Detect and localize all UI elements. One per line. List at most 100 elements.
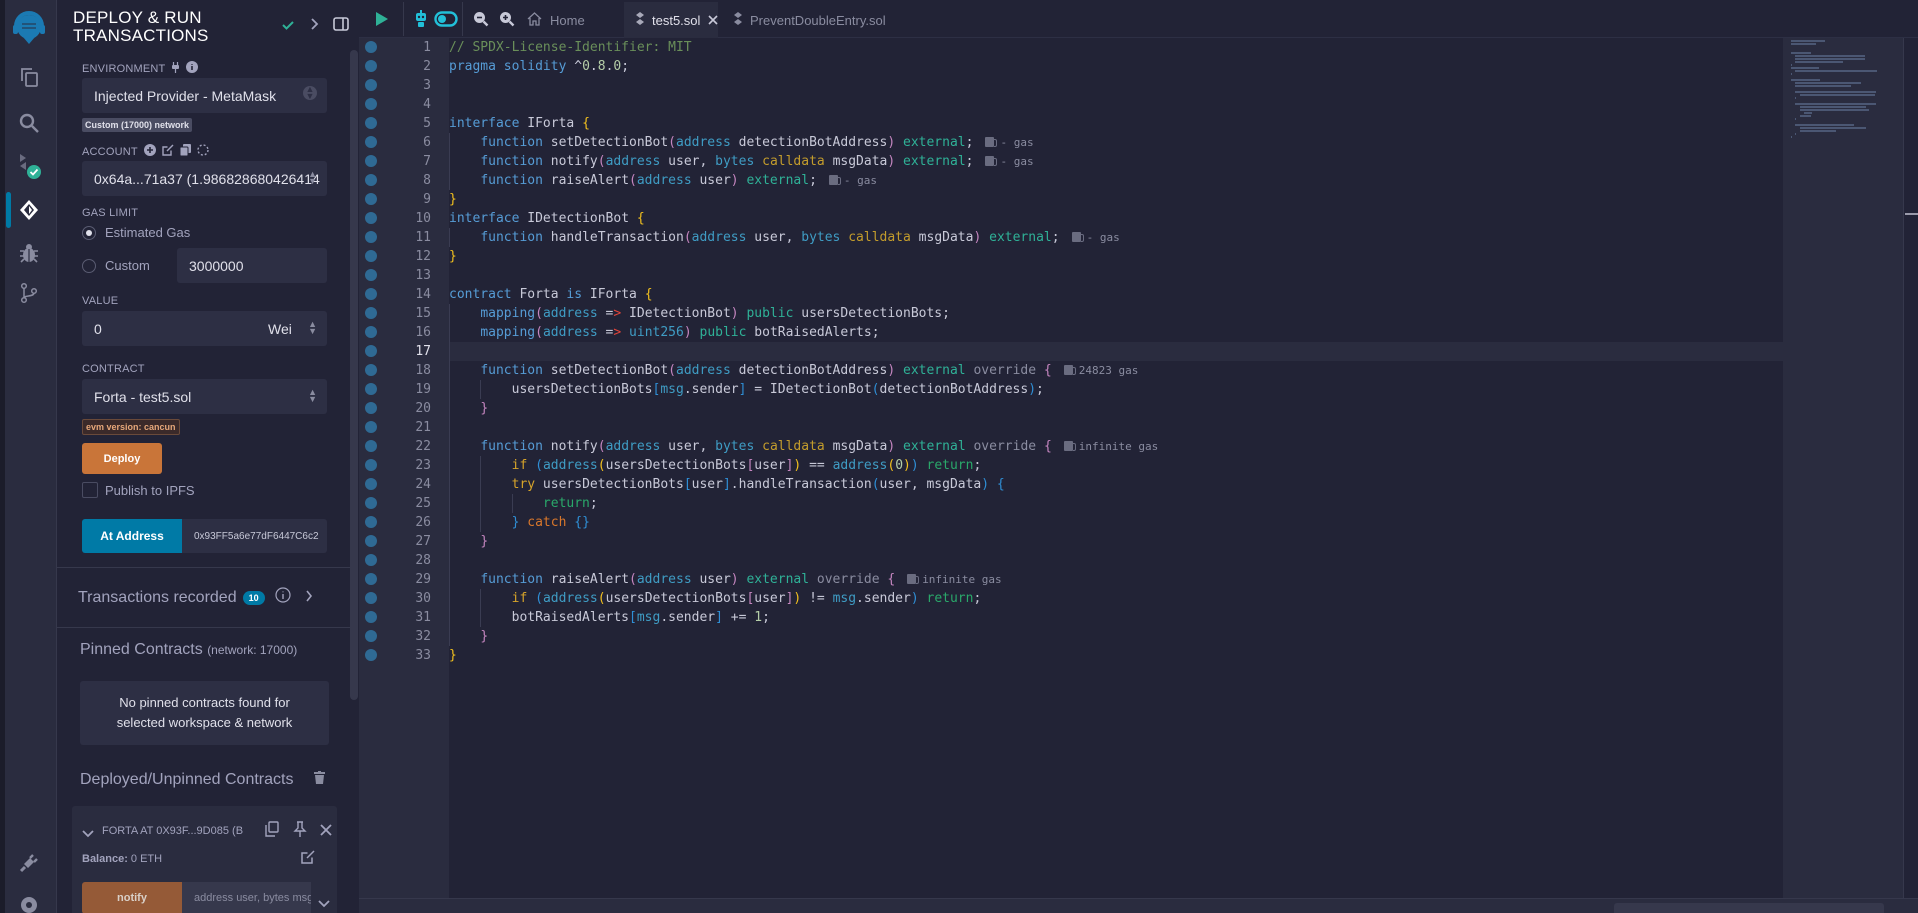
code-line-12[interactable]: } (449, 247, 457, 266)
breakpoint-marker[interactable] (365, 440, 377, 452)
breakpoint-marker[interactable] (365, 60, 377, 72)
breakpoint-marker[interactable] (365, 288, 377, 300)
tab-prevent-double-entry[interactable]: PreventDoubleEntry.sol (722, 2, 898, 38)
plug-icon[interactable] (14, 848, 44, 878)
at-address-button[interactable]: At Address (82, 519, 182, 553)
chevron-right-icon[interactable] (305, 589, 313, 607)
breakpoint-marker[interactable] (365, 402, 377, 414)
publish-ipfs-checkbox[interactable] (82, 482, 98, 498)
breakpoint-marker[interactable] (365, 383, 377, 395)
panel-toggle-icon[interactable] (333, 17, 349, 36)
contract-select[interactable]: Forta - test5.sol ▲ ▼ (82, 379, 327, 414)
breakpoint-marker[interactable] (365, 535, 377, 547)
code-line-33[interactable]: } (449, 646, 457, 665)
code-line-31[interactable]: botRaisedAlerts[msg.sender] += 1; (449, 608, 770, 627)
search-icon[interactable] (14, 108, 44, 138)
deploy-icon[interactable] (14, 195, 44, 225)
code-line-16[interactable]: mapping(address => uint256) public botRa… (449, 323, 879, 342)
copy-icon[interactable] (179, 144, 191, 159)
info-icon[interactable] (186, 61, 199, 76)
breakpoint-marker[interactable] (365, 193, 377, 205)
edit-icon[interactable] (301, 850, 315, 869)
code-line-18[interactable]: function setDetectionBot(address detecti… (449, 361, 1138, 380)
terminal-filter-input[interactable] (1614, 903, 1884, 913)
panel-scrollbar[interactable] (350, 50, 358, 700)
code-line-20[interactable]: } (449, 399, 488, 418)
transactions-recorded[interactable]: Transactions recorded 10 (78, 587, 313, 608)
breakpoint-marker[interactable] (365, 630, 377, 642)
chevron-down-icon[interactable] (318, 895, 330, 913)
files-icon[interactable] (14, 62, 44, 92)
custom-gas-radio[interactable] (82, 259, 96, 273)
trash-icon[interactable] (314, 771, 326, 789)
notify-function-button[interactable]: notify (82, 882, 182, 913)
breakpoint-marker[interactable] (365, 478, 377, 490)
code-line-2[interactable]: pragma solidity ^0.8.0; (449, 57, 629, 76)
zoom-out-icon[interactable] (473, 8, 489, 30)
code-line-9[interactable]: } (449, 190, 457, 209)
code-line-26[interactable]: } catch {} (449, 513, 590, 532)
breakpoint-marker[interactable] (365, 231, 377, 243)
breakpoint-marker[interactable] (365, 592, 377, 604)
breakpoint-marker[interactable] (365, 554, 377, 566)
code-line-19[interactable]: usersDetectionBots[msg.sender] = IDetect… (449, 380, 1044, 399)
breakpoint-marker[interactable] (365, 326, 377, 338)
code-line-10[interactable]: interface IDetectionBot { (449, 209, 645, 228)
pin-icon[interactable] (293, 821, 307, 842)
add-account-icon[interactable] (143, 144, 156, 159)
minimap[interactable] (1783, 38, 1903, 898)
estimated-gas-radio[interactable] (82, 226, 96, 240)
breakpoint-marker[interactable] (365, 573, 377, 585)
deploy-button[interactable]: Deploy (82, 443, 162, 474)
breakpoint-marker[interactable] (365, 307, 377, 319)
breakpoint-marker[interactable] (365, 136, 377, 148)
code-line-1[interactable]: // SPDX-License-Identifier: MIT (449, 38, 692, 57)
account-select[interactable]: 0x64a...71a37 (1.986828680426414 ▲ ▼ (82, 161, 327, 196)
info-circle-icon[interactable] (275, 587, 291, 608)
chevron-right-icon[interactable] (309, 17, 319, 36)
breakpoint-marker[interactable] (365, 516, 377, 528)
close-icon[interactable] (320, 823, 332, 841)
breakpoint-marker[interactable] (365, 98, 377, 110)
code-line-15[interactable]: mapping(address => IDetectionBot) public… (449, 304, 950, 323)
editor-scrollbar[interactable] (1903, 38, 1918, 898)
notify-args-input[interactable]: address user, bytes msgData (182, 882, 311, 913)
edit-icon[interactable] (162, 144, 174, 159)
breakpoint-marker[interactable] (365, 497, 377, 509)
breakpoint-marker[interactable] (365, 117, 377, 129)
code-line-8[interactable]: function raiseAlert(address user) extern… (449, 171, 877, 190)
breakpoint-marker[interactable] (365, 611, 377, 623)
breakpoint-marker[interactable] (365, 345, 377, 357)
code-line-23[interactable]: if (address(usersDetectionBots[user]) ==… (449, 456, 982, 475)
breakpoint-marker[interactable] (365, 250, 377, 262)
run-icon[interactable] (375, 8, 389, 30)
environment-select[interactable]: Injected Provider - MetaMask ▲ ▼ (82, 78, 327, 113)
gear-icon[interactable] (14, 890, 44, 913)
breakpoint-marker[interactable] (365, 79, 377, 91)
bug-icon[interactable] (14, 238, 44, 268)
breakpoint-marker[interactable] (365, 421, 377, 433)
code-line-25[interactable]: return; (449, 494, 598, 513)
code-line-32[interactable]: } (449, 627, 488, 646)
close-tab-icon[interactable] (708, 13, 718, 28)
at-address-input[interactable]: 0x93FF5a6e77dF6447C6c2 (182, 519, 327, 553)
code-line-30[interactable]: if (address(usersDetectionBots[user]) !=… (449, 589, 982, 608)
breakpoint-marker[interactable] (365, 459, 377, 471)
chevron-down-icon[interactable] (82, 825, 94, 843)
remix-logo-icon[interactable] (10, 10, 48, 48)
breakpoint-marker[interactable] (365, 212, 377, 224)
ai-assistant-icon[interactable] (412, 8, 430, 30)
scroll-thumb[interactable] (1905, 213, 1918, 215)
breakpoint-marker[interactable] (365, 649, 377, 661)
tab-home[interactable]: Home (515, 2, 597, 38)
code-line-11[interactable]: function handleTransaction(address user,… (449, 228, 1119, 247)
zoom-in-icon[interactable] (499, 8, 515, 30)
breakpoint-marker[interactable] (365, 41, 377, 53)
compiler-icon[interactable] (14, 150, 44, 180)
copy-address-icon[interactable] (265, 821, 279, 842)
code-line-22[interactable]: function notify(address user, bytes call… (449, 437, 1158, 456)
custom-gas-input[interactable]: 3000000 (177, 248, 327, 283)
code-line-27[interactable]: } (449, 532, 488, 551)
breakpoint-marker[interactable] (365, 174, 377, 186)
code-line-5[interactable]: interface IForta { (449, 114, 590, 133)
